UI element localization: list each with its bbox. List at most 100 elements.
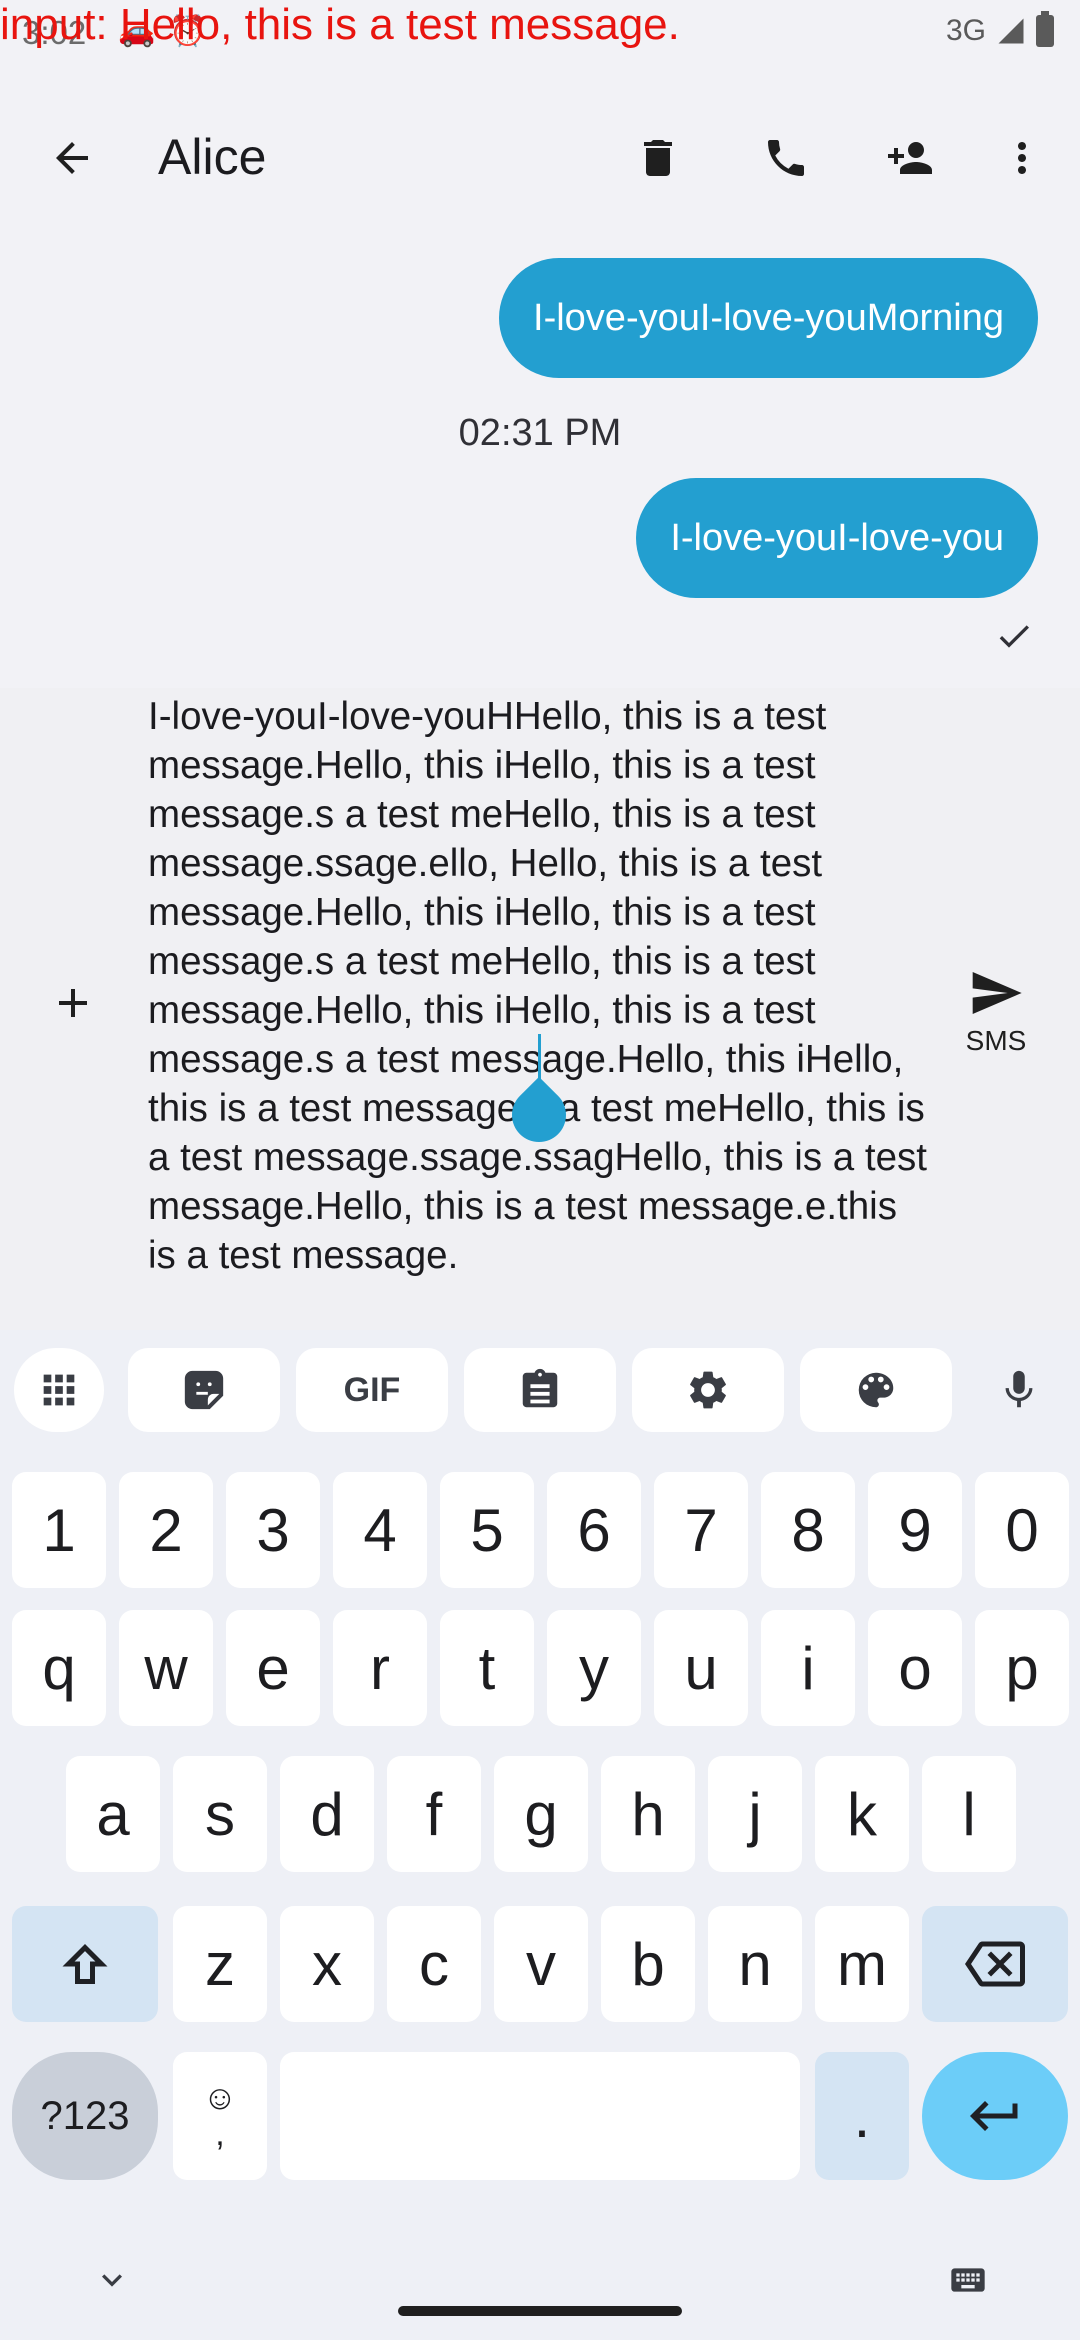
keyboard-toolbar: GIF: [0, 1348, 1080, 1438]
message-bubble-outgoing[interactable]: I-love-youI-love-youMorning: [499, 258, 1038, 378]
phone-icon: [768, 140, 804, 176]
delete-button[interactable]: [620, 120, 696, 196]
emoji-comma-key[interactable]: ☺ ,: [173, 2052, 267, 2180]
key-g[interactable]: g: [494, 1756, 588, 1872]
period-key[interactable]: .: [815, 2052, 909, 2180]
key-f[interactable]: f: [387, 1756, 481, 1872]
battery-icon: [1036, 11, 1054, 47]
more-options-button[interactable]: [984, 120, 1060, 196]
send-icon: [972, 972, 1022, 1014]
home-gesture-bar[interactable]: [398, 2306, 682, 2316]
key-t[interactable]: t: [440, 1610, 534, 1726]
conversation-title: Alice: [158, 129, 267, 185]
key-h[interactable]: h: [601, 1756, 695, 1872]
clipboard-button[interactable]: [464, 1348, 616, 1432]
key-v[interactable]: v: [494, 1906, 588, 2022]
sticker-button[interactable]: [128, 1348, 280, 1432]
gif-label: GIF: [343, 1370, 401, 1409]
key-k[interactable]: k: [815, 1756, 909, 1872]
input-debug-overlay: input: Hello, this is a test message.: [0, 0, 680, 49]
key-i[interactable]: i: [761, 1610, 855, 1726]
key-3[interactable]: 3: [226, 1472, 320, 1588]
space-key[interactable]: [280, 2052, 800, 2180]
status-bar: 3:02 🚗⏰ 3G input: Hello, this is a test …: [0, 0, 1080, 70]
key-z[interactable]: z: [173, 1906, 267, 2022]
key-a[interactable]: a: [66, 1756, 160, 1872]
enter-key[interactable]: [922, 2052, 1068, 2180]
microphone-icon: [1005, 1370, 1033, 1408]
add-contact-icon: [888, 142, 932, 174]
app-bar: Alice: [0, 90, 1080, 226]
delete-icon: [644, 140, 672, 176]
theme-button[interactable]: [800, 1348, 952, 1432]
key-5[interactable]: 5: [440, 1472, 534, 1588]
key-n[interactable]: n: [708, 1906, 802, 2022]
voice-input-button[interactable]: [976, 1348, 1062, 1432]
compose-area: I-love-youI-love-youHHello, this is a te…: [0, 688, 1080, 1330]
symbols-key[interactable]: ?123: [12, 2052, 158, 2180]
keyboard-settings-button[interactable]: [632, 1348, 784, 1432]
shift-key[interactable]: [12, 1906, 158, 2022]
key-l[interactable]: l: [922, 1756, 1016, 1872]
apps-grid-icon: [43, 1374, 75, 1406]
key-s[interactable]: s: [173, 1756, 267, 1872]
key-o[interactable]: o: [868, 1610, 962, 1726]
message-timestamp: 02:31 PM: [458, 412, 622, 454]
clipboard-icon: [522, 1368, 558, 1408]
add-contact-button[interactable]: [872, 120, 948, 196]
more-vert-icon: [1018, 142, 1026, 174]
delivered-check-icon: [994, 616, 1034, 656]
key-c[interactable]: c: [387, 1906, 481, 2022]
key-q[interactable]: q: [12, 1610, 106, 1726]
key-9[interactable]: 9: [868, 1472, 962, 1588]
key-w[interactable]: w: [119, 1610, 213, 1726]
backspace-icon: [965, 1941, 1025, 1987]
key-1[interactable]: 1: [12, 1472, 106, 1588]
key-d[interactable]: d: [280, 1756, 374, 1872]
key-x[interactable]: x: [280, 1906, 374, 2022]
key-0[interactable]: 0: [975, 1472, 1069, 1588]
navigation-bar: [0, 2220, 1080, 2340]
key-p[interactable]: p: [975, 1610, 1069, 1726]
send-label: SMS: [965, 1025, 1027, 1056]
enter-arrow-icon: [970, 2101, 1018, 2131]
key-m[interactable]: m: [815, 1906, 909, 2022]
key-2[interactable]: 2: [119, 1472, 213, 1588]
message-input[interactable]: I-love-youI-love-youHHello, this is a te…: [148, 692, 928, 1328]
soft-keyboard: GIF 1 2 3 4 5 6 7 8 9 0 q w e r t y u i …: [0, 1330, 1080, 2340]
call-button[interactable]: [748, 120, 824, 196]
conversation-list[interactable]: I-love-youI-love-youMorning 02:31 PM I-l…: [0, 226, 1080, 688]
settings-gear-icon: [690, 1371, 726, 1409]
shift-arrow-icon: [62, 1944, 108, 1984]
network-type: 3G: [945, 14, 986, 47]
palette-icon: [858, 1372, 894, 1408]
key-e[interactable]: e: [226, 1610, 320, 1726]
back-button[interactable]: [34, 120, 110, 196]
key-j[interactable]: j: [708, 1756, 802, 1872]
key-4[interactable]: 4: [333, 1472, 427, 1588]
key-b[interactable]: b: [601, 1906, 695, 2022]
hide-keyboard-button[interactable]: [86, 2260, 138, 2300]
backspace-key[interactable]: [922, 1906, 1068, 2022]
apps-grid-button[interactable]: [14, 1348, 104, 1432]
switch-keyboard-button[interactable]: [944, 2260, 992, 2300]
key-6[interactable]: 6: [547, 1472, 641, 1588]
comma-label: ,: [215, 2115, 225, 2153]
attach-button[interactable]: [38, 968, 108, 1038]
keyboard-icon: [951, 2268, 985, 2292]
send-sms-button[interactable]: SMS: [940, 956, 1052, 1066]
key-8[interactable]: 8: [761, 1472, 855, 1588]
key-u[interactable]: u: [654, 1610, 748, 1726]
key-y[interactable]: y: [547, 1610, 641, 1726]
signal-icon: [998, 18, 1024, 44]
chevron-down-icon: [102, 2274, 122, 2287]
key-r[interactable]: r: [333, 1610, 427, 1726]
message-bubble-outgoing[interactable]: I-love-youI-love-you: [636, 478, 1038, 598]
sticker-icon: [184, 1370, 224, 1410]
status-right: 3G: [945, 11, 1054, 48]
emoji-icon: ☺: [202, 2079, 238, 2117]
key-7[interactable]: 7: [654, 1472, 748, 1588]
plus-icon: [59, 989, 87, 1017]
gif-button[interactable]: GIF: [296, 1348, 448, 1432]
back-arrow-icon: [56, 142, 88, 174]
